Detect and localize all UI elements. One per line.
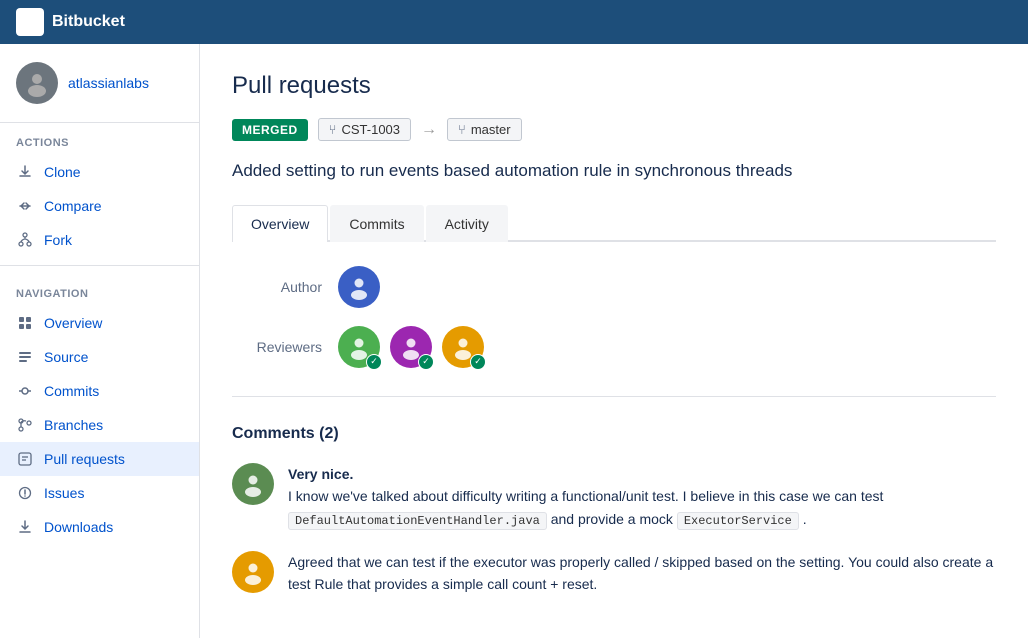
branch-icon-from: ⑂ (329, 122, 337, 137)
branches-icon (16, 416, 34, 434)
sidebar-item-pull-requests[interactable]: Pull requests (0, 442, 199, 476)
reviewer-check-3: ✓ (470, 354, 486, 370)
bitbucket-logo: Bitbucket (16, 8, 125, 36)
sidebar-item-commits[interactable]: Commits (0, 374, 199, 408)
commits-nav-label: Commits (44, 383, 99, 399)
commits-icon (16, 382, 34, 400)
overview-nav-label: Overview (44, 315, 102, 331)
pull-requests-icon (16, 450, 34, 468)
reviewer-3: ✓ (442, 326, 484, 368)
comment-body-2: Agreed that we can test if the executor … (288, 551, 996, 596)
main-content: Pull requests MERGED ⑂ CST-1003 → ⑂ mast… (200, 44, 1028, 638)
from-branch-name: CST-1003 (341, 122, 400, 137)
sidebar-item-source[interactable]: Source (0, 340, 199, 374)
source-label: Source (44, 349, 88, 365)
sidebar-item-compare[interactable]: Compare (0, 189, 199, 223)
reviewer-check-1: ✓ (366, 354, 382, 370)
author-label: Author (232, 279, 322, 295)
code-1: DefaultAutomationEventHandler.java (288, 512, 547, 530)
reviewer-check-2: ✓ (418, 354, 434, 370)
comments-title: Comments (2) (232, 425, 996, 443)
code-2: ExecutorService (677, 512, 799, 530)
reviewers-list: ✓ ✓ (338, 326, 484, 368)
sidebar-item-downloads[interactable]: Downloads (0, 510, 199, 544)
sidebar: atlassianlabs ACTIONS Clone Compare (0, 44, 200, 638)
sidebar-item-clone[interactable]: Clone (0, 155, 199, 189)
comment-text-1: Very nice. I know we've talked about dif… (288, 466, 883, 527)
merged-badge: MERGED (232, 119, 308, 141)
pull-requests-label: Pull requests (44, 451, 125, 467)
branches-label: Branches (44, 417, 103, 433)
pr-meta: MERGED ⑂ CST-1003 → ⑂ master (232, 118, 996, 141)
avatar (16, 62, 58, 104)
logo-text: Bitbucket (52, 13, 125, 31)
comments-section: Comments (2) Very nice. I know we've tal… (232, 425, 996, 596)
sidebar-user: atlassianlabs (0, 44, 199, 123)
fork-label: Fork (44, 232, 72, 248)
pr-people: Author Reviewers (232, 266, 996, 397)
nav-label: NAVIGATION (0, 274, 199, 306)
comment-1: Very nice. I know we've talked about dif… (232, 463, 996, 531)
comment-line-1: I know we've talked about difficulty wri… (288, 488, 883, 526)
issues-label: Issues (44, 485, 84, 501)
overview-icon (16, 314, 34, 332)
sidebar-divider (0, 265, 199, 266)
downloads-label: Downloads (44, 519, 113, 535)
to-branch-name: master (471, 122, 511, 137)
arrow-icon: → (421, 121, 437, 139)
reviewers-row: Reviewers ✓ (232, 326, 996, 368)
comment-avatar-1 (232, 463, 274, 505)
to-branch: ⑂ master (447, 118, 522, 141)
reviewer-2: ✓ (390, 326, 432, 368)
clone-label: Clone (44, 164, 81, 180)
source-icon (16, 348, 34, 366)
sidebar-item-fork[interactable]: Fork (0, 223, 199, 257)
tab-overview[interactable]: Overview (232, 205, 328, 242)
from-branch: ⑂ CST-1003 (318, 118, 411, 141)
reviewer-1: ✓ (338, 326, 380, 368)
compare-label: Compare (44, 198, 102, 214)
comment-strong-1: Very nice. (288, 466, 353, 482)
logo-icon (16, 8, 44, 36)
comment-text-2: Agreed that we can test if the executor … (288, 554, 993, 592)
pr-tabs: Overview Commits Activity (232, 205, 996, 242)
sidebar-item-overview[interactable]: Overview (0, 306, 199, 340)
user-name[interactable]: atlassianlabs (68, 75, 149, 91)
clone-icon (16, 163, 34, 181)
branch-icon-to: ⑂ (458, 122, 466, 137)
pr-description: Added setting to run events based automa… (232, 159, 996, 183)
sidebar-item-branches[interactable]: Branches (0, 408, 199, 442)
reviewers-label: Reviewers (232, 339, 322, 355)
comment-2: Agreed that we can test if the executor … (232, 551, 996, 596)
top-navigation: Bitbucket (0, 0, 1028, 44)
comment-body-1: Very nice. I know we've talked about dif… (288, 463, 996, 531)
author-avatar (338, 266, 380, 308)
issues-icon (16, 484, 34, 502)
compare-icon (16, 197, 34, 215)
page-title: Pull requests (232, 72, 996, 100)
fork-icon (16, 231, 34, 249)
sidebar-item-issues[interactable]: Issues (0, 476, 199, 510)
comment-avatar-2 (232, 551, 274, 593)
tab-commits[interactable]: Commits (330, 205, 423, 242)
author-row: Author (232, 266, 996, 308)
tab-activity[interactable]: Activity (426, 205, 508, 242)
downloads-icon (16, 518, 34, 536)
actions-label: ACTIONS (0, 123, 199, 155)
